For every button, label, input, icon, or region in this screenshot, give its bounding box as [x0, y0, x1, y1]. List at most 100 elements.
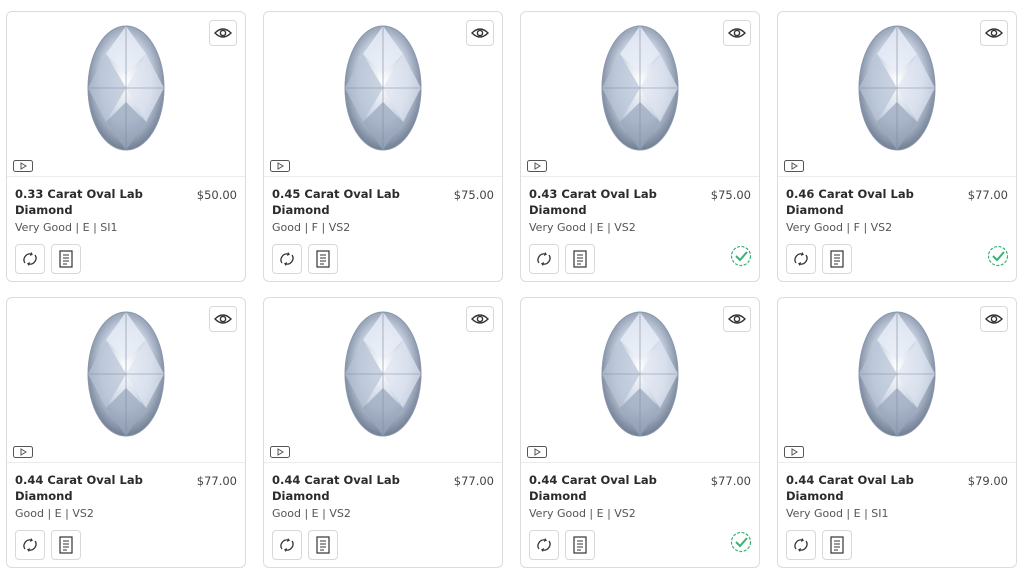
card-actions	[529, 244, 595, 274]
product-title[interactable]: 0.33 Carat Oval Lab Diamond	[15, 186, 155, 218]
video-play-icon[interactable]	[784, 160, 804, 172]
compare-button[interactable]	[786, 530, 816, 560]
product-card[interactable]: 0.46 Carat Oval Lab Diamond $77.00 Very …	[777, 11, 1017, 282]
quick-view-button[interactable]	[209, 306, 237, 332]
product-title[interactable]: 0.44 Carat Oval Lab Diamond	[272, 472, 412, 504]
quick-view-button[interactable]	[209, 20, 237, 46]
compare-icon	[23, 252, 37, 266]
diamond-image	[858, 25, 936, 151]
diamond-image	[601, 25, 679, 151]
product-image-area[interactable]	[521, 12, 759, 177]
product-specs: Very Good | E | VS2	[529, 221, 636, 234]
product-price: $79.00	[967, 474, 1008, 488]
video-play-icon[interactable]	[527, 160, 547, 172]
product-specs: Very Good | E | SI1	[786, 507, 889, 520]
certificate-button[interactable]	[565, 244, 595, 274]
product-title[interactable]: 0.44 Carat Oval Lab Diamond	[786, 472, 926, 504]
certificate-button[interactable]	[565, 530, 595, 560]
compare-button[interactable]	[272, 530, 302, 560]
product-grid: 0.33 Carat Oval Lab Diamond $50.00 Very …	[0, 0, 1024, 572]
product-title[interactable]: 0.43 Carat Oval Lab Diamond	[529, 186, 669, 218]
quick-view-button[interactable]	[723, 306, 751, 332]
product-price: $77.00	[453, 474, 494, 488]
product-price: $77.00	[710, 474, 751, 488]
compare-button[interactable]	[15, 530, 45, 560]
product-image-area[interactable]	[521, 298, 759, 463]
product-card[interactable]: 0.44 Carat Oval Lab Diamond $77.00 Good …	[263, 297, 503, 568]
product-card[interactable]: 0.33 Carat Oval Lab Diamond $50.00 Very …	[6, 11, 246, 282]
product-info: 0.44 Carat Oval Lab Diamond $77.00 Very …	[529, 472, 751, 521]
certificate-button[interactable]	[51, 530, 81, 560]
card-actions	[786, 530, 852, 560]
product-info: 0.44 Carat Oval Lab Diamond $77.00 Good …	[272, 472, 494, 521]
product-title[interactable]: 0.45 Carat Oval Lab Diamond	[272, 186, 412, 218]
product-image-area[interactable]	[7, 12, 245, 177]
product-card[interactable]: 0.44 Carat Oval Lab Diamond $79.00 Very …	[777, 297, 1017, 568]
compare-button[interactable]	[529, 244, 559, 274]
video-play-icon[interactable]	[270, 446, 290, 458]
certificate-button[interactable]	[308, 244, 338, 274]
compare-button[interactable]	[786, 244, 816, 274]
certificate-icon	[59, 536, 73, 554]
video-play-icon[interactable]	[527, 446, 547, 458]
diamond-image	[601, 311, 679, 437]
eye-icon	[471, 28, 489, 38]
eye-icon	[728, 28, 746, 38]
card-actions	[272, 530, 338, 560]
certificate-button[interactable]	[822, 244, 852, 274]
product-specs: Good | E | VS2	[15, 507, 94, 520]
certificate-button[interactable]	[308, 530, 338, 560]
certificate-icon	[573, 250, 587, 268]
product-specs: Very Good | F | VS2	[786, 221, 893, 234]
quick-view-button[interactable]	[980, 20, 1008, 46]
certificate-icon	[830, 250, 844, 268]
certificate-button[interactable]	[822, 530, 852, 560]
video-play-icon[interactable]	[784, 446, 804, 458]
video-play-icon[interactable]	[13, 446, 33, 458]
compare-button[interactable]	[529, 530, 559, 560]
product-specs: Good | E | VS2	[272, 507, 351, 520]
compare-icon	[280, 538, 294, 552]
card-actions	[786, 244, 852, 274]
compare-button[interactable]	[272, 244, 302, 274]
product-image-area[interactable]	[264, 298, 502, 463]
verified-check-icon	[730, 531, 752, 553]
diamond-image	[87, 25, 165, 151]
certificate-icon	[316, 536, 330, 554]
product-card[interactable]: 0.43 Carat Oval Lab Diamond $75.00 Very …	[520, 11, 760, 282]
compare-icon	[280, 252, 294, 266]
compare-icon	[23, 538, 37, 552]
video-play-icon[interactable]	[270, 160, 290, 172]
quick-view-button[interactable]	[980, 306, 1008, 332]
certificate-button[interactable]	[51, 244, 81, 274]
product-info: 0.44 Carat Oval Lab Diamond $79.00 Very …	[786, 472, 1008, 521]
product-specs: Very Good | E | SI1	[15, 221, 118, 234]
diamond-image	[344, 311, 422, 437]
product-title[interactable]: 0.44 Carat Oval Lab Diamond	[529, 472, 669, 504]
certificate-icon	[59, 250, 73, 268]
compare-button[interactable]	[15, 244, 45, 274]
product-price: $77.00	[196, 474, 237, 488]
card-actions	[529, 530, 595, 560]
product-price: $50.00	[196, 188, 237, 202]
product-image-area[interactable]	[778, 298, 1016, 463]
product-image-area[interactable]	[778, 12, 1016, 177]
verified-check-icon	[730, 245, 752, 267]
product-card[interactable]: 0.44 Carat Oval Lab Diamond $77.00 Good …	[6, 297, 246, 568]
product-image-area[interactable]	[7, 298, 245, 463]
product-image-area[interactable]	[264, 12, 502, 177]
product-info: 0.45 Carat Oval Lab Diamond $75.00 Good …	[272, 186, 494, 235]
quick-view-button[interactable]	[466, 306, 494, 332]
product-card[interactable]: 0.45 Carat Oval Lab Diamond $75.00 Good …	[263, 11, 503, 282]
compare-icon	[794, 252, 808, 266]
eye-icon	[471, 314, 489, 324]
video-play-icon[interactable]	[13, 160, 33, 172]
card-actions	[15, 244, 81, 274]
quick-view-button[interactable]	[466, 20, 494, 46]
product-title[interactable]: 0.46 Carat Oval Lab Diamond	[786, 186, 926, 218]
product-info: 0.44 Carat Oval Lab Diamond $77.00 Good …	[15, 472, 237, 521]
product-specs: Good | F | VS2	[272, 221, 351, 234]
product-card[interactable]: 0.44 Carat Oval Lab Diamond $77.00 Very …	[520, 297, 760, 568]
product-title[interactable]: 0.44 Carat Oval Lab Diamond	[15, 472, 155, 504]
quick-view-button[interactable]	[723, 20, 751, 46]
